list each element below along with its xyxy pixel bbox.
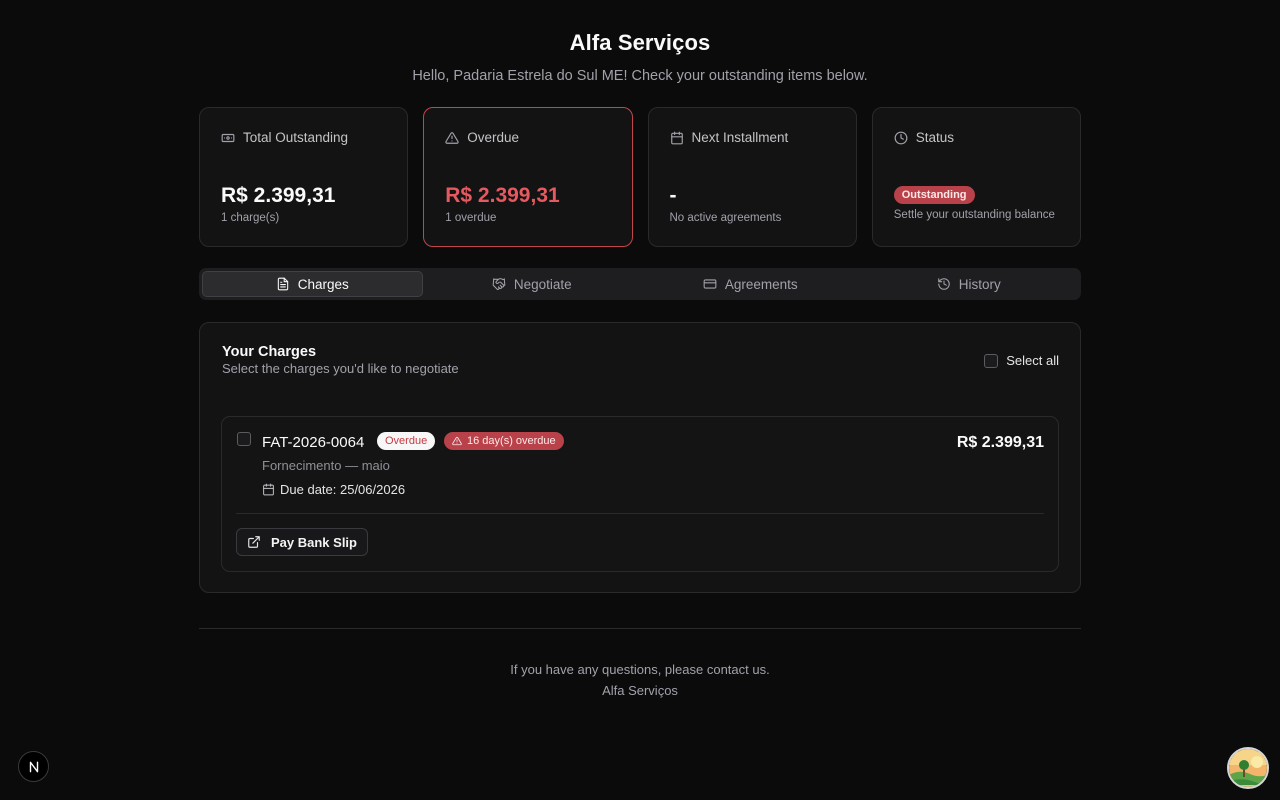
tab-charges[interactable]: Charges	[202, 271, 423, 297]
total-outstanding-value: R$ 2.399,31	[221, 184, 336, 207]
overdue-value: R$ 2.399,31	[445, 184, 560, 207]
select-all-toggle[interactable]: Select all	[984, 353, 1059, 368]
status-sub: Settle your outstanding balance	[893, 209, 1055, 221]
total-outstanding-header: Total Outstanding	[221, 130, 386, 145]
charge-amount: R$ 2.399,31	[956, 434, 1044, 451]
greeting-text: Hello, Padaria Estrela do Sul ME! Check …	[412, 68, 868, 84]
file-text-icon	[277, 277, 288, 291]
footer-contact: If you have any questions, please contac…	[510, 662, 770, 677]
overdue-badge: Overdue	[377, 432, 436, 450]
status-header: Status	[894, 130, 1059, 145]
next-installment-value: -	[669, 184, 677, 207]
overdue-label: Overdue	[467, 130, 520, 145]
panel-title: Your Charges	[222, 344, 317, 360]
footer: If you have any questions, please contac…	[0, 659, 1280, 701]
nextjs-dev-indicator[interactable]	[18, 751, 49, 782]
calendar-icon	[263, 483, 274, 496]
tab-agreements-label: Agreements	[724, 276, 798, 292]
landscape-avatar-icon	[1229, 749, 1267, 787]
footer-company: Alfa Serviços	[602, 683, 678, 698]
page: Alfa Serviços Hello, Padaria Estrela do …	[0, 0, 1280, 800]
pay-bank-slip-button[interactable]: Pay Bank Slip	[236, 528, 368, 556]
brand-title: Alfa Serviços	[569, 30, 711, 55]
footer-divider	[199, 628, 1081, 629]
days-overdue-text: 16 day(s) overdue	[467, 435, 556, 447]
next-installment-card: Next Installment - No active agreements	[647, 107, 857, 247]
pay-bank-slip-label: Pay Bank Slip	[271, 534, 357, 550]
avatar[interactable]	[1227, 747, 1269, 789]
charges-panel: Your Charges Select the charges you'd li…	[199, 322, 1081, 593]
tab-bar: Charges Negotiate Agreements History	[199, 268, 1081, 300]
overdue-card: Overdue R$ 2.399,31 1 overdue	[423, 107, 633, 247]
tab-negotiate[interactable]: Negotiate	[423, 271, 642, 297]
tab-charges-label: Charges	[297, 276, 349, 292]
summary-cards: Total Outstanding R$ 2.399,31 1 charge(s…	[199, 107, 1081, 247]
charge-id: FAT-2026-0064	[262, 434, 365, 451]
next-installment-header: Next Installment	[670, 130, 835, 145]
tab-history-label: History	[958, 276, 1001, 292]
calendar-icon	[670, 131, 683, 144]
alert-triangle-icon	[445, 131, 459, 144]
history-icon	[937, 278, 950, 290]
charge-checkbox[interactable]	[237, 432, 251, 446]
days-overdue-badge: 16 day(s) overdue	[444, 432, 564, 450]
clock-icon	[894, 131, 908, 144]
external-link-icon	[248, 536, 260, 548]
status-card: Status Outstanding Settle your outstandi…	[871, 107, 1081, 247]
credit-card-icon	[703, 279, 717, 289]
select-all-label: Select all	[1006, 353, 1059, 368]
tab-history[interactable]: History	[860, 271, 1079, 297]
next-installment-label: Next Installment	[691, 130, 789, 145]
charge-description: Fornecimento — maio	[262, 458, 390, 473]
charge-divider	[236, 513, 1044, 514]
total-outstanding-sub: 1 charge(s)	[221, 212, 280, 224]
overdue-header: Overdue	[445, 130, 610, 145]
panel-description: Select the charges you'd like to negotia…	[222, 361, 459, 376]
page-header: Alfa Serviços Hello, Padaria Estrela do …	[0, 30, 1280, 84]
status-badge: Outstanding	[893, 186, 975, 204]
overdue-sub: 1 overdue	[445, 212, 497, 224]
select-all-checkbox[interactable]	[984, 353, 999, 368]
tab-negotiate-label: Negotiate	[513, 276, 572, 292]
charge-due-text: Due date: 25/06/2026	[280, 482, 406, 497]
total-outstanding-card: Total Outstanding R$ 2.399,31 1 charge(s…	[199, 107, 409, 247]
alert-triangle-icon	[452, 436, 462, 446]
status-label: Status	[915, 130, 955, 145]
charge-item: FAT-2026-0064 Overdue 16 day(s) overdue …	[221, 416, 1059, 572]
banknote-icon	[221, 133, 235, 142]
next-installment-sub: No active agreements	[669, 212, 782, 224]
total-outstanding-label: Total Outstanding	[243, 130, 349, 145]
charge-due-date: Due date: 25/06/2026	[262, 482, 405, 497]
handshake-icon	[492, 278, 506, 290]
n-logo-icon	[29, 761, 38, 772]
tab-agreements[interactable]: Agreements	[641, 271, 860, 297]
